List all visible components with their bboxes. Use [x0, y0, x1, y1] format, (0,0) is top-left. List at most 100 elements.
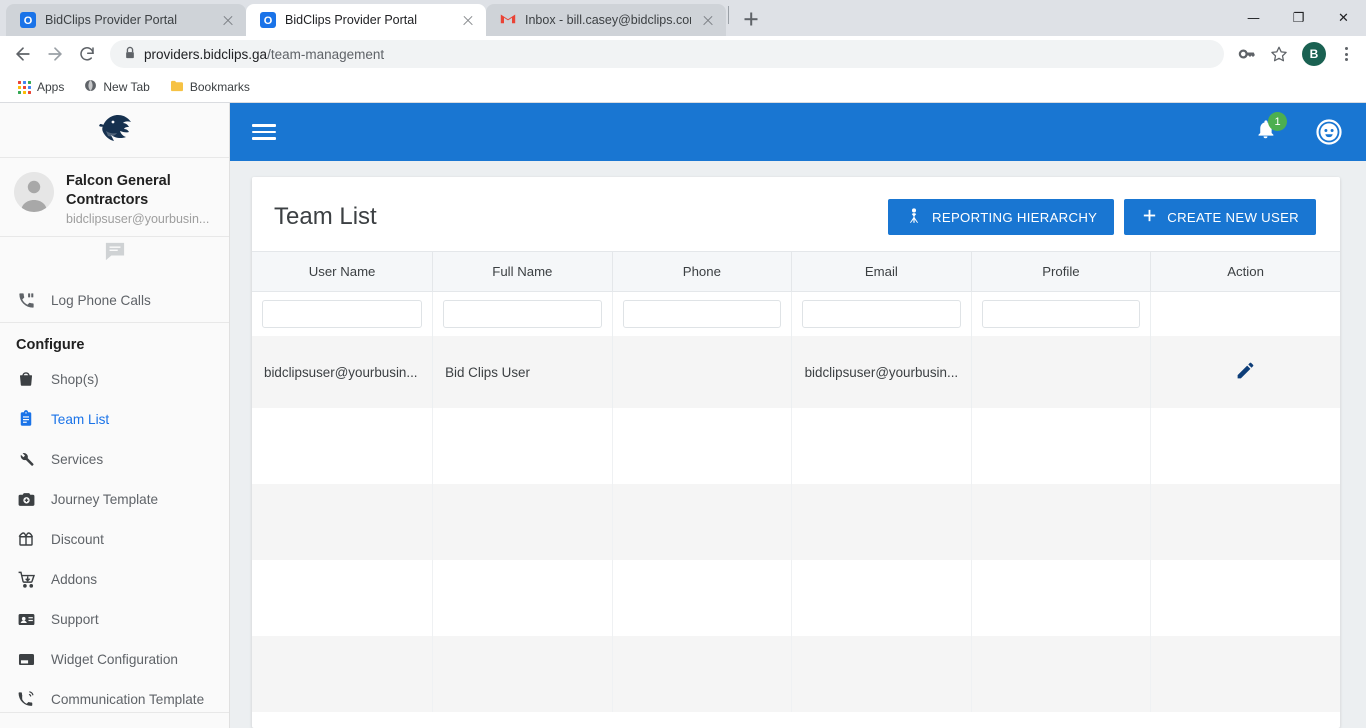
svg-text:O: O — [264, 15, 273, 27]
filter-cell-action — [1150, 291, 1340, 336]
table-row-empty — [252, 408, 1340, 484]
star-icon[interactable] — [1264, 39, 1294, 69]
cell-empty — [971, 560, 1152, 636]
lock-icon — [124, 46, 136, 63]
window-controls: — ❐ ✕ — [1231, 0, 1366, 36]
chat-bubble-icon[interactable] — [104, 241, 126, 266]
contact-card-icon — [16, 609, 36, 629]
sidebar-item-communication-template[interactable]: Communication Template — [0, 679, 229, 712]
cell-empty — [612, 636, 793, 712]
filter-input-phone[interactable] — [622, 300, 782, 328]
filter-input-full-name[interactable] — [443, 300, 602, 328]
sidebar-item-label: Team List — [51, 411, 110, 427]
plus-icon — [1141, 207, 1158, 227]
sidebar-profile[interactable]: Falcon General Contractors bidclipsuser@… — [0, 158, 229, 238]
column-header-profile[interactable]: Profile — [971, 251, 1152, 292]
browser-tab-title: BidClips Provider Portal — [285, 13, 417, 27]
column-header-user-name[interactable]: User Name — [252, 251, 434, 292]
bookmark-folder[interactable]: Bookmarks — [162, 76, 258, 99]
sidebar-configure-section: Configure Shop(s) Team List Services Jou… — [0, 323, 229, 712]
tab-close-icon[interactable] — [220, 12, 236, 28]
wrench-icon — [16, 449, 36, 469]
sidebar-item-label: Discount — [51, 531, 104, 547]
sidebar-item-support[interactable]: Support — [0, 599, 229, 639]
cell-user-name: bidclipsuser@yourbusin... — [252, 336, 434, 408]
sidebar-footer — [0, 712, 229, 728]
column-header-phone[interactable]: Phone — [612, 251, 793, 292]
browser-menu-button[interactable] — [1334, 39, 1358, 69]
content-area: Team List REPORTING HIERARCHY CREATE NEW… — [230, 161, 1366, 728]
minimize-button[interactable]: — — [1231, 0, 1276, 36]
browser-tab-1[interactable]: O BidClips Provider Portal — [6, 4, 246, 36]
filter-cell-user-name — [252, 291, 434, 336]
sidebar-logo[interactable] — [0, 103, 229, 159]
url-host: providers.bidclips.ga — [144, 46, 268, 62]
filter-input-email[interactable] — [802, 300, 961, 328]
table-row-empty — [252, 484, 1340, 560]
sidebar-item-journey-template[interactable]: Journey Template — [0, 479, 229, 519]
cell-empty — [612, 484, 793, 560]
filter-input-user-name[interactable] — [262, 300, 423, 328]
sidebar-item-team-list[interactable]: Team List — [0, 399, 229, 439]
browser-tab-3[interactable]: Inbox - bill.casey@bidclips.com - — [486, 4, 726, 36]
browser-profile-avatar[interactable]: B — [1302, 42, 1326, 66]
forward-button[interactable] — [40, 39, 70, 69]
bookmark-new-tab[interactable]: New Tab — [76, 75, 157, 99]
browser-tab-2-active[interactable]: O BidClips Provider Portal — [246, 4, 486, 36]
notification-button[interactable]: 1 — [1252, 112, 1287, 146]
minimize-icon: — — [1247, 10, 1260, 26]
sidebar-item-discount[interactable]: Discount — [0, 519, 229, 559]
page-title: Team List — [274, 203, 377, 230]
tab-close-icon[interactable] — [700, 12, 716, 28]
main-region: 1 Team List REPORTING HIERARCHY CREATE N… — [230, 103, 1366, 728]
column-header-email[interactable]: Email — [791, 251, 972, 292]
cell-empty — [252, 560, 434, 636]
bookmarks-bar: Apps New Tab Bookmarks — [0, 72, 1366, 103]
table-row[interactable]: bidclipsuser@yourbusin... Bid Clips User… — [252, 336, 1340, 408]
sidebar-item-services[interactable]: Services — [0, 439, 229, 479]
address-bar[interactable]: providers.bidclips.ga/team-management — [110, 40, 1224, 68]
create-new-user-button[interactable]: CREATE NEW USER — [1124, 199, 1316, 235]
column-header-full-name[interactable]: Full Name — [432, 251, 613, 292]
edit-pencil-icon[interactable] — [1235, 362, 1256, 384]
table-row-empty — [252, 560, 1340, 636]
provider-name: Falcon General Contractors — [66, 173, 171, 208]
key-icon[interactable] — [1232, 39, 1262, 69]
bookmark-label: New Tab — [103, 80, 150, 94]
reload-button[interactable] — [72, 39, 102, 69]
filter-cell-full-name — [432, 291, 613, 336]
table-filter-row — [252, 291, 1340, 336]
browser-toolbar: providers.bidclips.ga/team-management B — [0, 36, 1366, 72]
back-button[interactable] — [8, 39, 38, 69]
tab-close-icon[interactable] — [460, 12, 476, 28]
bookmark-apps[interactable]: Apps — [10, 76, 72, 98]
reporting-hierarchy-button[interactable]: REPORTING HIERARCHY — [888, 199, 1115, 235]
sidebar-item-log-phone-calls[interactable]: Log Phone Calls — [0, 280, 229, 320]
sidebar-item-shops[interactable]: Shop(s) — [0, 359, 229, 399]
cell-empty — [791, 408, 972, 484]
sidebar-top-section: Log Phone Calls — [0, 278, 229, 324]
cell-full-name: Bid Clips User — [432, 336, 613, 408]
column-header-action: Action — [1150, 251, 1340, 292]
maximize-button[interactable]: ❐ — [1276, 0, 1321, 36]
url-text: providers.bidclips.ga/team-management — [144, 47, 384, 62]
cell-empty — [1151, 636, 1340, 712]
filter-input-profile[interactable] — [981, 300, 1141, 328]
account-circle-icon[interactable] — [1316, 119, 1342, 145]
cell-empty — [252, 484, 434, 560]
cell-profile — [971, 336, 1152, 408]
cell-empty — [1151, 560, 1340, 636]
sidebar-item-addons[interactable]: Addons — [0, 559, 229, 599]
hamburger-menu-icon[interactable] — [252, 124, 276, 140]
shop-bag-icon — [16, 369, 36, 389]
table-row-empty — [252, 636, 1340, 712]
sidebar-item-widget-configuration[interactable]: Widget Configuration — [0, 639, 229, 679]
new-tab-button[interactable] — [737, 5, 765, 33]
widget-icon — [16, 649, 36, 669]
sidebar-item-label: Communication Template — [51, 691, 205, 707]
cell-empty — [432, 560, 613, 636]
sidebar-item-label: Journey Template — [51, 491, 159, 507]
cell-email-text: bidclipsuser@yourbusin... — [804, 364, 959, 380]
close-window-button[interactable]: ✕ — [1321, 0, 1366, 36]
bookmark-label: Bookmarks — [189, 80, 250, 94]
